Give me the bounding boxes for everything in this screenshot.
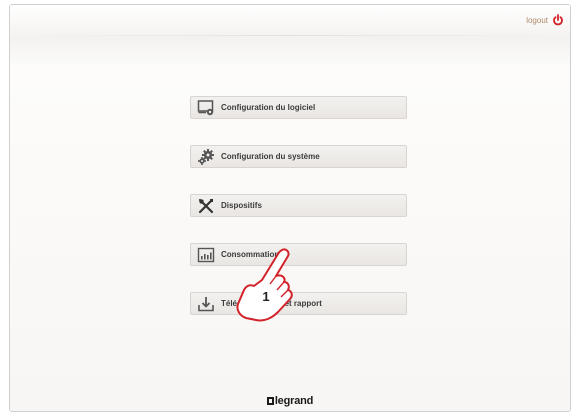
system-configuration-label: Configuration du système	[221, 152, 320, 161]
header-divider	[10, 35, 570, 36]
main-content: Configuration du logiciel Configuration …	[10, 65, 570, 411]
software-config-icon	[197, 99, 214, 115]
power-icon[interactable]	[552, 14, 564, 26]
step-number-badge: 1	[262, 289, 270, 304]
software-configuration-label: Configuration du logiciel	[221, 103, 316, 112]
logout-label: logout	[526, 15, 548, 25]
download-report-icon	[198, 296, 214, 311]
devices-label: Dispositifs	[221, 201, 262, 210]
hand-pointer-icon	[236, 248, 293, 322]
devices-tools-icon	[198, 198, 214, 213]
legrand-logo: legrand	[10, 395, 570, 407]
consumption-chart-icon	[197, 247, 215, 262]
system-config-gears-icon	[198, 148, 214, 165]
devices-button[interactable]: Dispositifs	[190, 194, 407, 217]
logout-button[interactable]: logout	[526, 14, 564, 26]
system-configuration-button[interactable]: Configuration du système	[190, 145, 407, 168]
app-window: logout Configuration du logiciel Configu…	[9, 4, 571, 412]
software-configuration-button[interactable]: Configuration du logiciel	[190, 96, 407, 119]
brand-name: legrand	[274, 395, 314, 407]
legrand-logo-mark	[266, 397, 274, 405]
header-bar: logout	[10, 5, 570, 65]
